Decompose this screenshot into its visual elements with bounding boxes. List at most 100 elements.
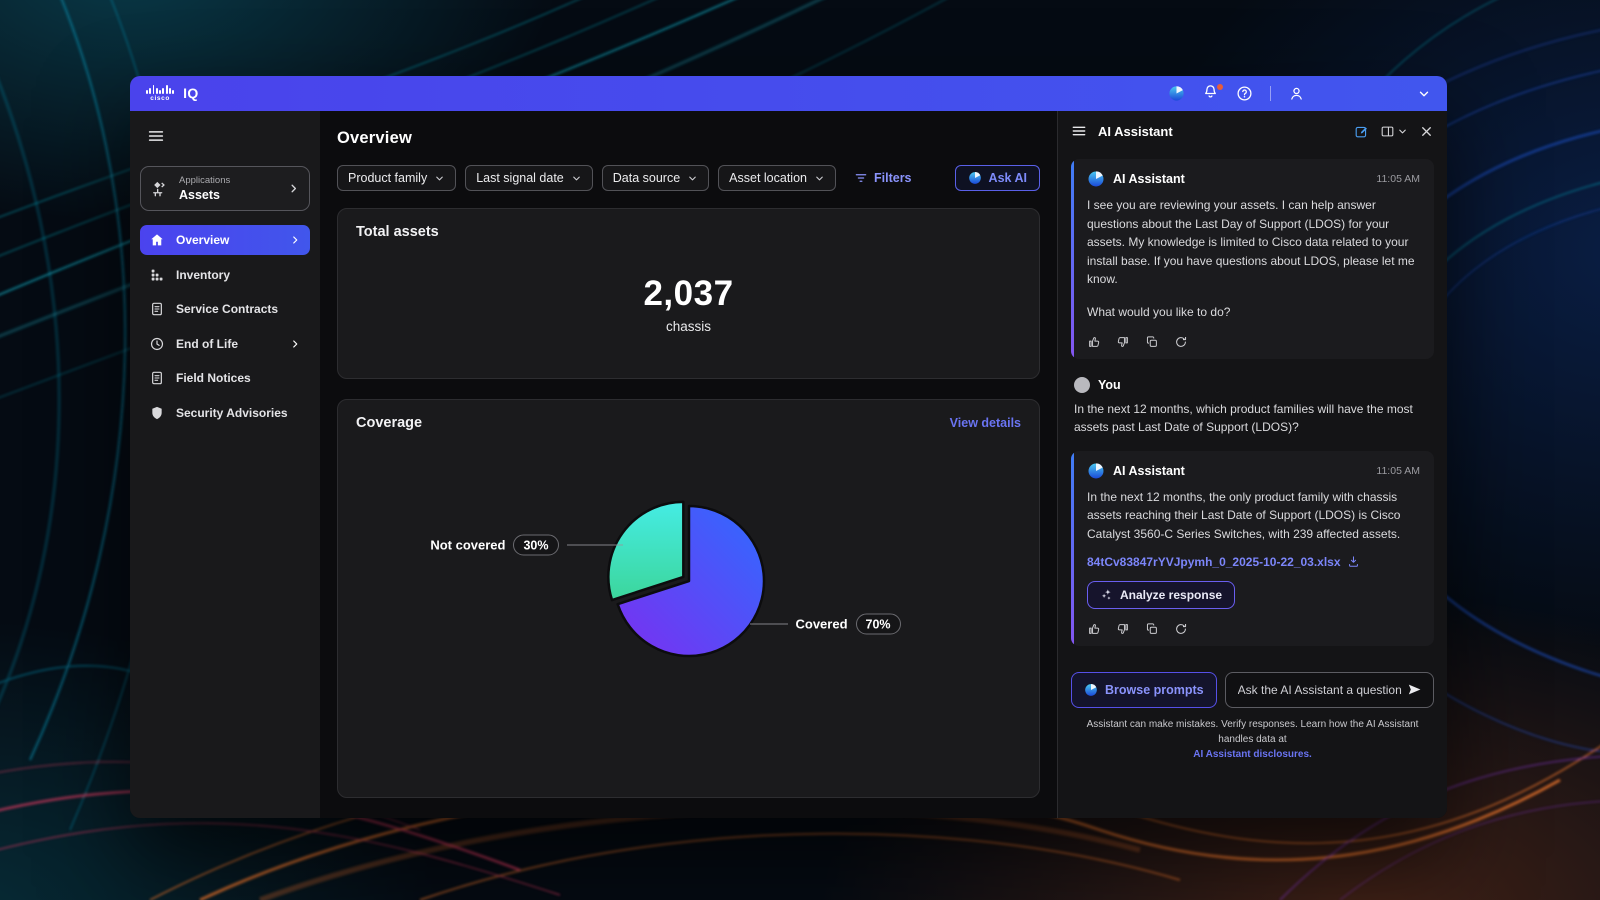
clock-icon [149,336,165,352]
coverage-pie-chart: Not covered 30% Covered 70% [356,431,1021,782]
sidebar-item-label: Security Advisories [176,406,288,420]
sidebar-item-service-contracts[interactable]: Service Contracts [140,294,310,324]
analyze-response-button[interactable]: Analyze response [1087,581,1235,609]
filter-chip-label: Asset location [729,171,807,185]
sidebar-item-end-of-life[interactable]: End of Life [140,329,310,359]
ask-ai-input[interactable] [1238,683,1406,697]
pie-callout-covered: Covered 70% [750,614,901,635]
topbar-actions [1168,83,1305,105]
browse-prompts-label: Browse prompts [1105,683,1204,697]
filter-chip-last-signal-date[interactable]: Last signal date [465,165,593,191]
filters-button[interactable]: Filters [854,171,912,185]
message-sender: AI Assistant [1113,464,1185,478]
ask-ai-label: Ask AI [989,171,1027,185]
regenerate-icon[interactable] [1174,335,1188,349]
chevron-right-icon [289,234,301,246]
chevron-down-icon [571,173,582,184]
split-panel-icon [1380,124,1395,139]
sidebar-item-inventory[interactable]: Inventory [140,260,310,290]
pie-chart-svg [589,481,789,681]
view-details-link[interactable]: View details [950,416,1021,430]
copy-icon[interactable] [1145,335,1159,349]
sidebar-menu-icon[interactable] [147,127,165,145]
ai-panel-menu-icon[interactable] [1071,123,1087,139]
help-icon[interactable] [1236,85,1253,102]
coverage-card: Coverage View details Not covered 30% Co… [337,399,1040,798]
user-message-text: In the next 12 months, which product fam… [1074,400,1431,437]
filter-chip-label: Last signal date [476,171,564,185]
callout-line [750,623,788,625]
not-covered-percent-badge: 30% [513,535,558,556]
chevron-down-icon [434,173,445,184]
filters-label: Filters [874,171,912,185]
page-title: Overview [337,129,1040,148]
sidebar-item-label: End of Life [176,337,238,351]
filter-chip-label: Product family [348,171,427,185]
covered-label: Covered [796,617,848,632]
app-switcher-assets[interactable]: Applications Assets [140,166,310,211]
sidebar-item-security-advisories[interactable]: Security Advisories [140,398,310,428]
message-sender: You [1098,378,1121,392]
download-icon [1347,555,1360,568]
cisco-wordmark: cisco [150,96,170,103]
thumbs-up-icon[interactable] [1087,622,1101,636]
sidebar-item-label: Overview [176,233,229,247]
user-message: You In the next 12 months, which product… [1071,373,1434,437]
user-account-icon[interactable] [1288,85,1305,102]
close-panel-icon[interactable] [1419,124,1434,139]
ai-assistant-panel: AI Assistant AI Assistant 11:05 AM [1057,111,1447,818]
message-paragraph: I see you are reviewing your assets. I c… [1087,196,1420,289]
chevron-right-icon [289,338,301,350]
thumbs-down-icon[interactable] [1116,622,1130,636]
thumbs-up-icon[interactable] [1087,335,1101,349]
topbar-caret-down-icon[interactable] [1417,87,1431,101]
chevron-down-icon [687,173,698,184]
coverage-title: Coverage [356,415,422,431]
ai-panel-title: AI Assistant [1098,124,1173,139]
product-name: IQ [183,85,198,101]
send-icon[interactable] [1406,681,1423,698]
ai-assistant-icon [1084,683,1098,697]
copy-icon[interactable] [1145,622,1159,636]
ai-avatar-icon [1087,462,1105,480]
chevron-down-icon [1397,126,1408,137]
app-window: cisco IQ Applications Assets [130,76,1447,818]
funnel-icon [854,171,868,185]
ask-ai-button[interactable]: Ask AI [955,165,1040,191]
attachment-link[interactable]: 84tCv83847rYVJpymh_0_2025-10-22_03.xlsx [1087,555,1420,569]
regenerate-icon[interactable] [1174,622,1188,636]
disclosures-link[interactable]: AI Assistant disclosures. [1193,749,1312,760]
sidebar-item-field-notices[interactable]: Field Notices [140,363,310,393]
analyze-response-label: Analyze response [1120,588,1222,602]
sparkle-icon [1100,588,1113,601]
filter-chip-asset-location[interactable]: Asset location [718,165,836,191]
notifications-button[interactable] [1202,83,1219,105]
filter-chip-product-family[interactable]: Product family [337,165,456,191]
cisco-logo-bars [146,85,174,94]
ask-ai-input-wrap [1225,672,1434,708]
ai-disclaimer: Assistant can make mistakes. Verify resp… [1074,717,1432,762]
brand-logo: cisco IQ [146,85,199,102]
new-chat-icon[interactable] [1354,124,1369,139]
chevron-right-icon [287,182,300,195]
attachment-filename: 84tCv83847rYVJpymh_0_2025-10-22_03.xlsx [1087,555,1341,569]
ai-panel-header: AI Assistant [1058,111,1447,151]
browse-prompts-button[interactable]: Browse prompts [1071,672,1217,708]
chevron-down-icon [814,173,825,184]
user-avatar [1074,377,1090,393]
sidebar-item-label: Service Contracts [176,302,278,316]
total-assets-title: Total assets [356,224,1021,240]
ai-avatar-icon [1087,170,1105,188]
not-covered-label: Not covered [430,538,505,553]
total-assets-unit: chassis [666,319,711,334]
thumbs-down-icon[interactable] [1116,335,1130,349]
sidebar-item-overview[interactable]: Overview [140,225,310,255]
panel-layout-toggle[interactable] [1380,124,1408,139]
filter-bar: Product family Last signal date Data sou… [337,165,1040,191]
ai-message-list: AI Assistant 11:05 AM I see you are revi… [1058,151,1447,646]
ai-assistant-icon[interactable] [1168,85,1185,102]
app-switcher-label: Assets [179,188,278,202]
cisco-logo: cisco [146,85,174,102]
message-sender: AI Assistant [1113,172,1185,186]
filter-chip-data-source[interactable]: Data source [602,165,709,191]
